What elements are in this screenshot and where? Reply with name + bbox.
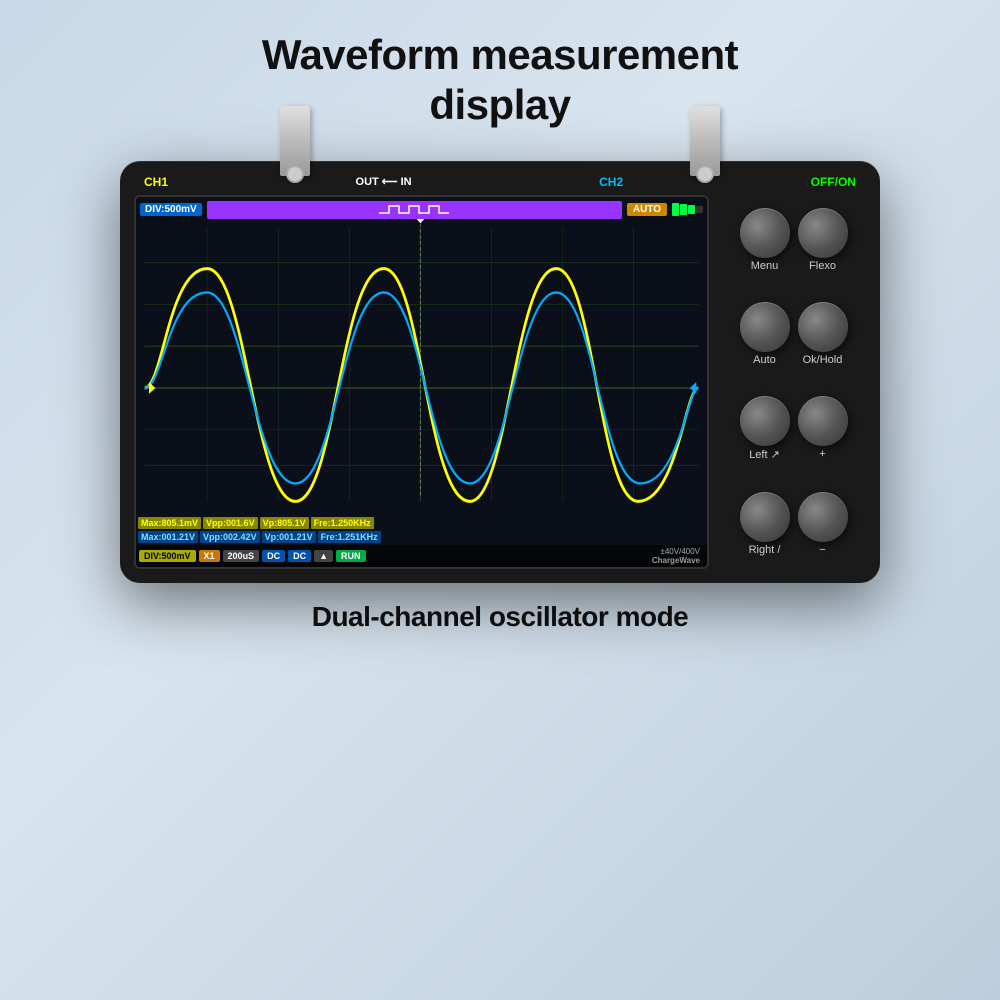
plus-label: + xyxy=(819,448,825,460)
screen-measurements: Max:805.1mV Vpp:001.6V Vp:805.1V Fre:1.2… xyxy=(136,517,707,567)
auto-button-group: Auto xyxy=(740,302,790,366)
device-body: DIV:500mV AUTO xyxy=(134,195,866,569)
flexo-button-group: Flexo xyxy=(798,208,848,272)
minus-label: − xyxy=(819,544,825,556)
status-x1: X1 xyxy=(199,550,220,562)
label-ch1: CH1 xyxy=(144,175,168,189)
status-row: DIV:500mV X1 200uS DC DC ▲ RUN ±40V/400V… xyxy=(136,545,707,567)
oscilloscope-screen: DIV:500mV AUTO xyxy=(136,197,707,567)
page-subtitle: Dual-channel oscillator mode xyxy=(0,583,1000,633)
device-wrapper: CH1 OUT ⟵ IN CH2 OFF/ON xyxy=(0,161,1000,583)
meas-row-2: Max:001.21V Vpp:002.42V Vp:001.21V Fre:1… xyxy=(136,531,707,543)
btn-row-1: Menu Flexo xyxy=(721,208,866,272)
badge-waveform xyxy=(207,201,622,219)
label-ch2: CH2 xyxy=(599,175,623,189)
meas-ch1-fre: Fre:1.250KHz xyxy=(311,517,374,529)
buttons-panel: Menu Flexo Auto Ok/Hold xyxy=(721,195,866,569)
meas-ch2-max: Max:001.21V xyxy=(138,531,198,543)
waveform-svg xyxy=(136,197,707,567)
meas-ch1-vpp: Vpp:001.6V xyxy=(203,517,258,529)
label-offon: OFF/ON xyxy=(811,175,856,189)
right-label: Right / xyxy=(749,544,781,556)
meas-ch2-fre: Fre:1.251KHz xyxy=(318,531,381,543)
menu-label: Menu xyxy=(751,260,779,272)
right-button-group: Right / xyxy=(740,492,790,556)
probes xyxy=(220,106,780,176)
left-knob[interactable] xyxy=(740,396,790,446)
battery-indicator xyxy=(672,203,703,216)
label-off: OFF xyxy=(811,175,835,189)
device-top-labels: CH1 OUT ⟵ IN CH2 OFF/ON xyxy=(134,175,866,195)
auto-knob[interactable] xyxy=(740,302,790,352)
okhold-button-group: Ok/Hold xyxy=(798,302,848,366)
screen-brand-area: ±40V/400V ChargeWave xyxy=(369,547,705,565)
btn-row-4: Right / − xyxy=(721,492,866,556)
flexo-label: Flexo xyxy=(809,260,836,272)
left-button-group: Left ↗ xyxy=(740,396,790,461)
minus-knob[interactable] xyxy=(798,492,848,542)
voltage-range: ±40V/400V xyxy=(369,547,701,556)
badge-auto: AUTO xyxy=(627,203,667,216)
plus-knob[interactable] xyxy=(798,396,848,446)
badge-div: DIV:500mV xyxy=(140,203,202,216)
right-knob[interactable] xyxy=(740,492,790,542)
status-dc2: DC xyxy=(288,550,311,562)
meas-ch2-vp: Vp:001.21V xyxy=(262,531,316,543)
status-trigger: ▲ xyxy=(314,550,333,562)
label-on: /ON xyxy=(835,175,856,189)
minus-button-group: − xyxy=(798,492,848,556)
okhold-knob[interactable] xyxy=(798,302,848,352)
meas-ch1-max: Max:805.1mV xyxy=(138,517,201,529)
brand-name: ChargeWave xyxy=(369,556,701,565)
probe-ch1 xyxy=(280,106,310,176)
subtitle-text: Dual-channel oscillator mode xyxy=(312,601,689,632)
screen-container: DIV:500mV AUTO xyxy=(134,195,709,569)
btn-row-2: Auto Ok/Hold xyxy=(721,302,866,366)
flexo-knob[interactable] xyxy=(798,208,848,258)
meas-ch2-vpp: Vpp:002.42V xyxy=(200,531,260,543)
status-run: RUN xyxy=(336,550,366,562)
status-div: DIV:500mV xyxy=(139,550,196,562)
meas-ch1-vp: Vp:805.1V xyxy=(260,517,309,529)
meas-row-1: Max:805.1mV Vpp:001.6V Vp:805.1V Fre:1.2… xyxy=(136,517,707,529)
left-label: Left ↗ xyxy=(749,448,780,461)
screen-top-bar: DIV:500mV AUTO xyxy=(140,201,703,219)
title-line1: Waveform measurement xyxy=(262,31,738,78)
menu-button-group: Menu xyxy=(740,208,790,272)
oscilloscope-device: CH1 OUT ⟵ IN CH2 OFF/ON xyxy=(120,161,880,583)
probe-ch2 xyxy=(690,106,720,176)
auto-label: Auto xyxy=(753,354,776,366)
label-out-in: OUT ⟵ IN xyxy=(356,175,412,188)
status-dc1: DC xyxy=(262,550,285,562)
plus-button-group: + xyxy=(798,396,848,461)
status-timescale: 200uS xyxy=(223,550,260,562)
okhold-label: Ok/Hold xyxy=(803,354,843,366)
menu-knob[interactable] xyxy=(740,208,790,258)
btn-row-3: Left ↗ + xyxy=(721,396,866,461)
